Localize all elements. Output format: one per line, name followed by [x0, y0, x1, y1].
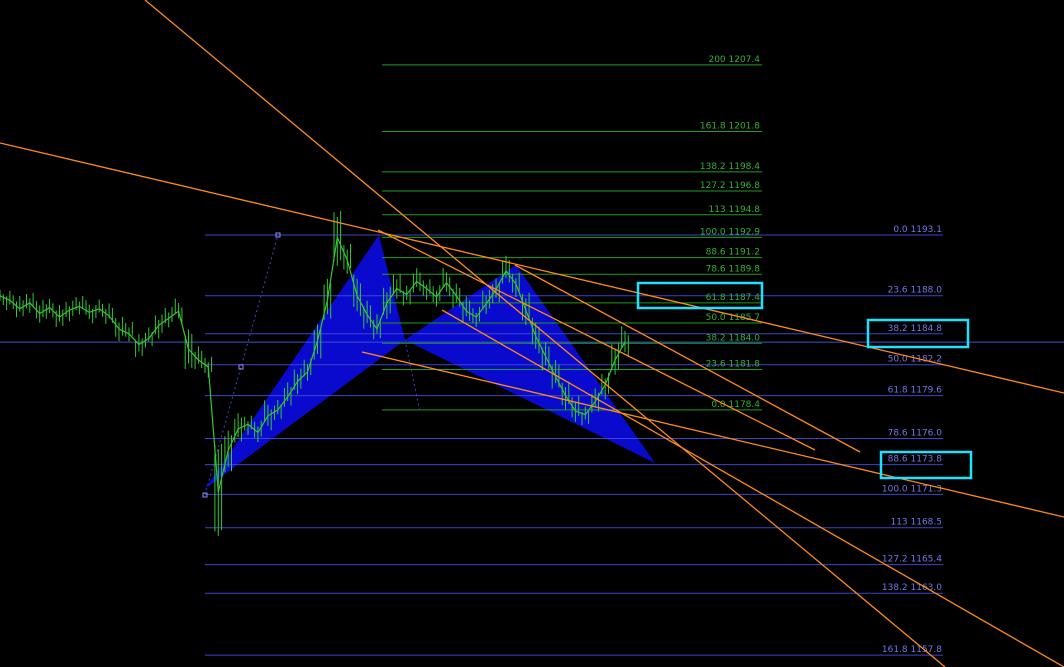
fib-green-level-label: 161.8 1201.8	[700, 121, 760, 131]
fib-green-level-label: 138.2 1198.4	[700, 162, 760, 172]
fib-green-level-label: 113 1194.8	[708, 205, 760, 215]
fib-blue-level-label: 88.6 1173.8	[888, 455, 943, 465]
fib-green-level-label: 61.8 1187.4	[706, 293, 761, 303]
fib-blue-level-label: 113 1168.5	[890, 518, 942, 528]
fib-green-level-label: 88.6 1191.2	[706, 248, 760, 258]
fib-blue-level-label: 61.8 1179.6	[888, 386, 943, 396]
fib-green-level-label: 127.2 1196.8	[700, 181, 760, 191]
fib-blue-level-label: 127.2 1165.4	[882, 555, 942, 565]
fib-blue-level-label: 38.2 1184.8	[888, 324, 943, 334]
chart-area[interactable]: 0.0 1193.1 23.6 1188.0 38.2 1184.8 50.0 118…	[0, 0, 1064, 667]
fib-blue-level-label: 23.6 1188.0	[888, 286, 943, 296]
fib-blue-level-label: 78.6 1176.0	[888, 428, 943, 438]
harmonic-pattern-xab	[205, 235, 405, 489]
fib-green-level-label: 100.0 1192.9	[700, 227, 760, 237]
trendline[interactable]	[361, 351, 1064, 518]
fib-green-level-label: 23.6 1181.8	[706, 359, 761, 369]
fib-anchor-dotted-line	[404, 339, 421, 413]
price-chart-canvas[interactable]: 0.0 1193.1 23.6 1188.0 38.2 1184.8 50.0 118…	[0, 0, 1064, 667]
harmonic-pattern-bcd	[405, 265, 655, 463]
fib-blue-level-label: 50.0 1182.2	[888, 355, 942, 365]
fib-green-level-label: 78.6 1189.8	[706, 264, 761, 274]
fib-blue-level-label: 0.0 1193.1	[893, 225, 942, 235]
fib-green-level-label: 200 1207.4	[708, 55, 760, 65]
fib-blue-level-label: 161.8 1157.8	[882, 645, 942, 655]
